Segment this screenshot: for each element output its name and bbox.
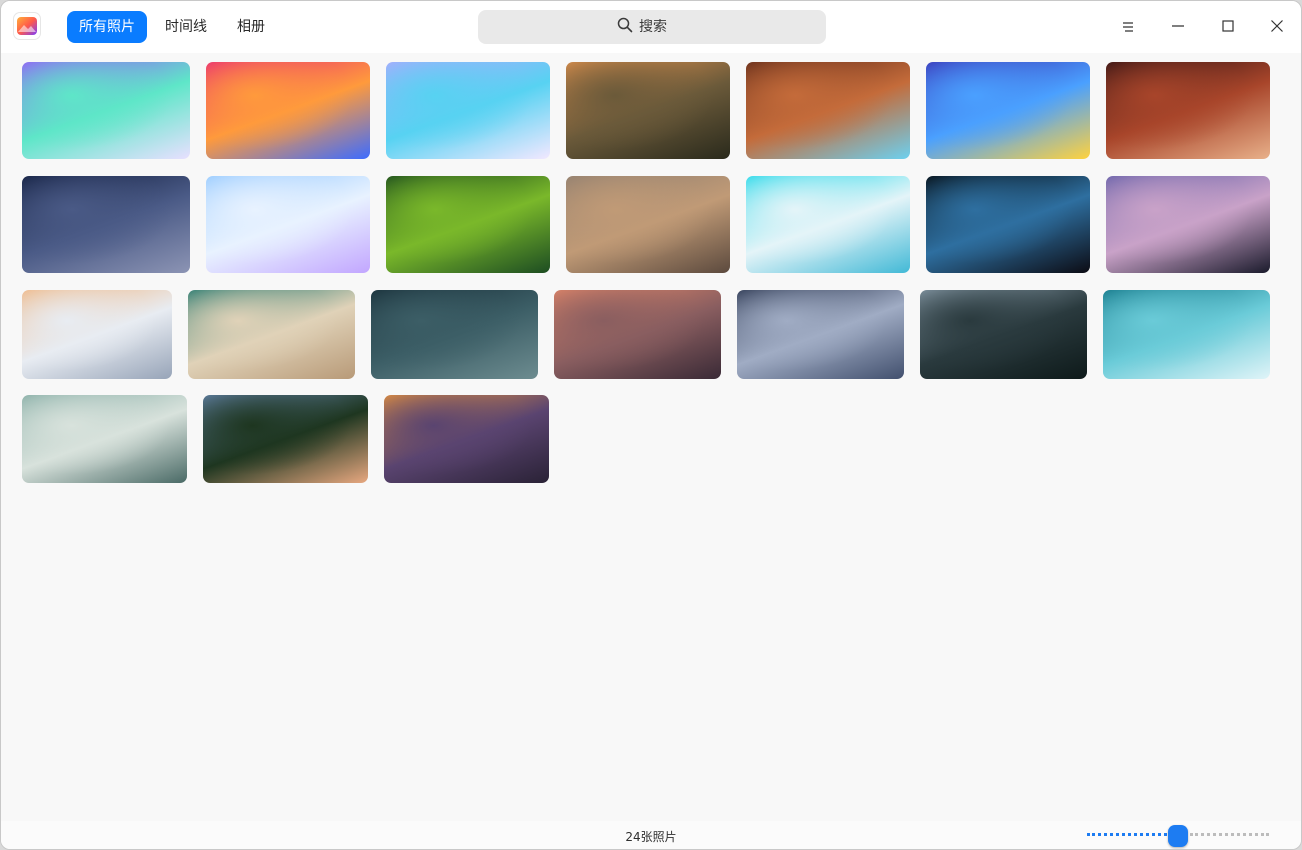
- maximize-icon: [1221, 18, 1235, 37]
- photo-thumbnail[interactable]: [737, 290, 904, 379]
- zoom-slider-track-filled: [1087, 833, 1172, 836]
- photo-thumbnail[interactable]: [22, 290, 172, 379]
- photo-thumbnail[interactable]: [926, 176, 1090, 273]
- photo-thumbnail[interactable]: [188, 290, 355, 379]
- photo-row: [22, 395, 549, 483]
- view-tabs: 所有照片 时间线 相册: [67, 11, 277, 43]
- photo-grid: [1, 53, 1301, 821]
- menu-button[interactable]: [1108, 7, 1148, 47]
- photo-thumbnail[interactable]: [1106, 176, 1270, 273]
- photo-thumbnail[interactable]: [1103, 290, 1270, 379]
- tab-albums[interactable]: 相册: [225, 11, 277, 43]
- photo-thumbnail[interactable]: [746, 176, 910, 273]
- photo-thumbnail[interactable]: [22, 176, 190, 273]
- close-button[interactable]: [1257, 7, 1297, 47]
- photo-row: [22, 176, 1270, 273]
- photo-thumbnail[interactable]: [746, 62, 910, 159]
- titlebar: 所有照片 时间线 相册: [1, 1, 1301, 53]
- photo-thumbnail[interactable]: [22, 62, 190, 159]
- photo-thumbnail[interactable]: [206, 176, 370, 273]
- photo-thumbnail[interactable]: [566, 62, 730, 159]
- status-bar: 24张照片: [1, 821, 1301, 849]
- menu-icon: [1121, 18, 1135, 37]
- zoom-slider-handle[interactable]: [1168, 825, 1188, 847]
- photo-thumbnail[interactable]: [554, 290, 721, 379]
- photo-thumbnail[interactable]: [386, 62, 550, 159]
- photo-thumbnail[interactable]: [926, 62, 1090, 159]
- app-logo-icon: [13, 12, 41, 40]
- minimize-icon: [1171, 18, 1185, 37]
- photo-row: [22, 62, 1270, 159]
- close-icon: [1270, 18, 1284, 37]
- search-box[interactable]: [478, 10, 826, 44]
- photo-row: [22, 290, 1270, 379]
- photo-thumbnail[interactable]: [203, 395, 368, 483]
- photo-thumbnail[interactable]: [386, 176, 550, 273]
- photo-thumbnail[interactable]: [371, 290, 538, 379]
- photo-thumbnail[interactable]: [22, 395, 187, 483]
- search-input[interactable]: [639, 19, 687, 35]
- photo-thumbnail[interactable]: [384, 395, 549, 483]
- zoom-slider-track: [1190, 833, 1269, 836]
- zoom-slider[interactable]: [1087, 825, 1269, 847]
- photo-viewer-window: 所有照片 时间线 相册 搜索 24张照片: [0, 0, 1302, 850]
- photo-thumbnail[interactable]: [920, 290, 1087, 379]
- tab-timeline[interactable]: 时间线: [153, 11, 219, 43]
- photo-thumbnail[interactable]: [566, 176, 730, 273]
- photo-thumbnail[interactable]: [1106, 62, 1270, 159]
- maximize-button[interactable]: [1208, 7, 1248, 47]
- minimize-button[interactable]: [1158, 7, 1198, 47]
- tab-all-photos[interactable]: 所有照片: [67, 11, 147, 43]
- search-icon: [617, 17, 633, 37]
- photo-thumbnail[interactable]: [206, 62, 370, 159]
